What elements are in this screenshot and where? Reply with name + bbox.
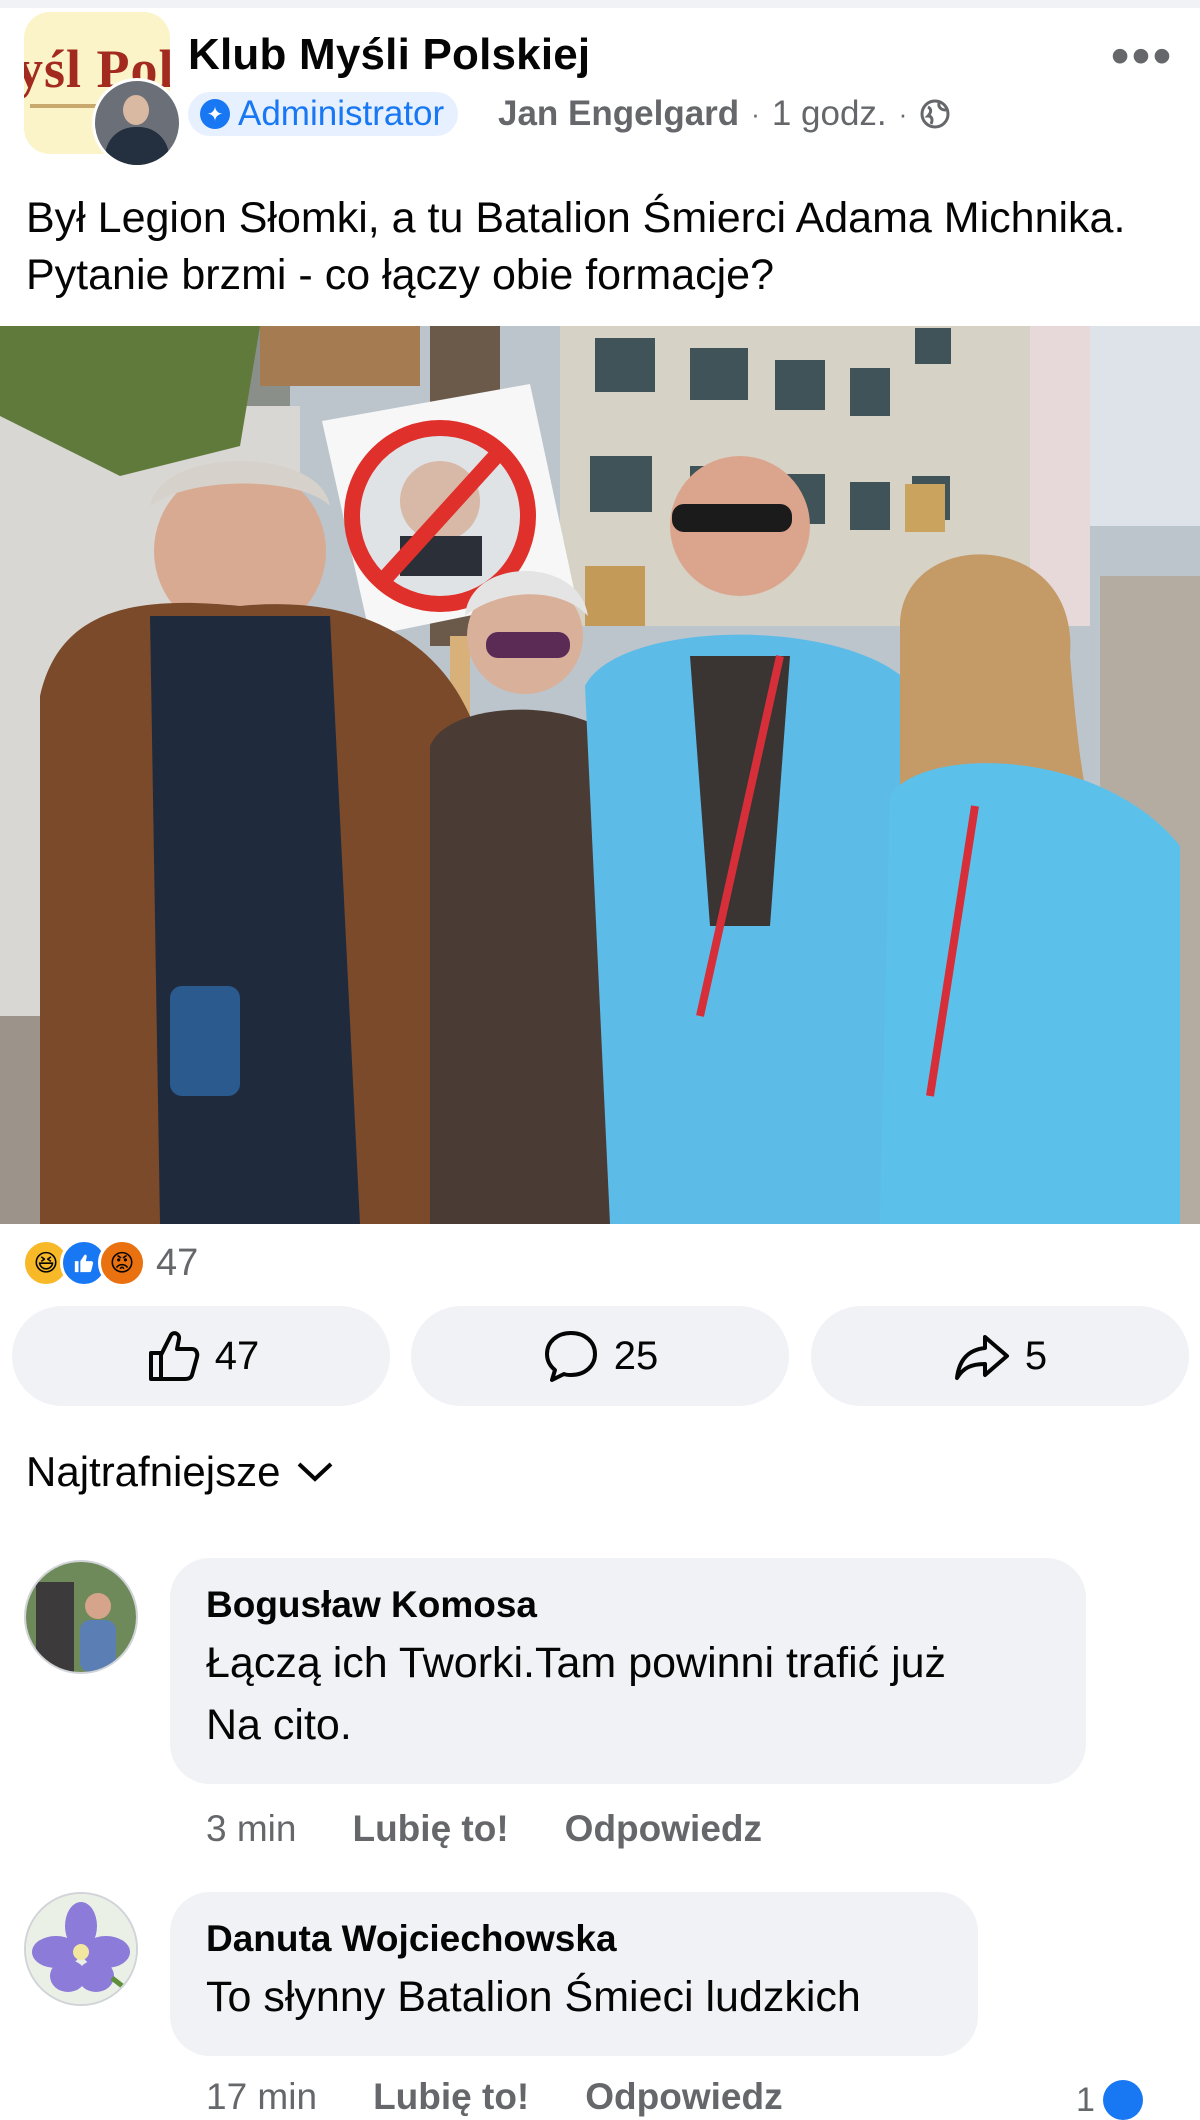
- comment-time[interactable]: 3 min: [206, 1808, 296, 1850]
- post-photo-illustration: [0, 326, 1200, 1224]
- comment-text-line: Łączą ich Tworki.Tam powinni trafić już: [206, 1639, 947, 1687]
- like-reaction-icon: [1102, 2080, 1143, 2120]
- more-icon: •••: [1110, 26, 1174, 86]
- comment-author[interactable]: Bogusław Komosa: [206, 1584, 1050, 1626]
- avatar-photo: [26, 1562, 136, 1672]
- chevron-down-icon: [298, 1462, 333, 1482]
- globe-icon: [920, 99, 950, 129]
- admin-avatar-face: [123, 95, 149, 125]
- comment-meta: 3 min Lubię to! Odpowiedz: [206, 1808, 762, 1850]
- comment-author[interactable]: Danuta Wojciechowska: [206, 1918, 942, 1960]
- comment-sort-dropdown[interactable]: Najtrafniejsze: [26, 1448, 334, 1496]
- comment-reply-button[interactable]: Odpowiedz: [565, 1808, 762, 1850]
- admin-avatar-suit: [105, 127, 169, 165]
- comment-likes-count: 1: [1076, 2080, 1095, 2119]
- admin-avatar[interactable]: [92, 78, 182, 168]
- like-button[interactable]: 47: [12, 1306, 390, 1406]
- comment-time[interactable]: 17 min: [206, 2076, 317, 2118]
- comment-button[interactable]: 25: [411, 1306, 789, 1406]
- admin-badge-label: Administrator: [238, 94, 445, 133]
- comment-text-line: Na cito.: [206, 1701, 352, 1749]
- page-name[interactable]: Klub Myśli Polskiej: [188, 30, 590, 80]
- comment-likes[interactable]: 1: [1076, 2080, 1143, 2120]
- share-icon: [954, 1335, 1009, 1380]
- admin-badge[interactable]: ✦ Administrator: [188, 92, 459, 136]
- comment-like-button[interactable]: Lubię to!: [352, 1808, 508, 1850]
- more-options-button[interactable]: •••: [1110, 26, 1174, 86]
- post-author[interactable]: Jan Engelgard: [498, 94, 739, 134]
- sort-label: Najtrafniejsze: [26, 1448, 281, 1495]
- meta-separator: ·: [751, 98, 760, 129]
- comment-reply-button[interactable]: Odpowiedz: [585, 2076, 782, 2118]
- angry-reaction-icon: 😡: [98, 1239, 146, 1287]
- comment-bubble: Bogusław Komosa Łączą ich Tworki.Tam pow…: [170, 1558, 1086, 1784]
- comment-meta: 17 min Lubię to! Odpowiedz: [206, 2076, 783, 2118]
- post-text: Był Legion Słomki, a tu Batalion Śmierci…: [26, 194, 1126, 299]
- reactions-summary[interactable]: 😆 😡 47: [22, 1239, 199, 1287]
- comment-text-line: To słynny Batalion Śmieci ludzkich: [206, 1973, 861, 2021]
- post-meta: Jan Engelgard · 1 godz. ·: [498, 92, 951, 136]
- admin-star-icon: ✦: [200, 99, 230, 129]
- commenter-avatar[interactable]: [24, 1892, 138, 2006]
- top-divider: [0, 0, 1200, 8]
- thumbs-up-icon: [148, 1331, 199, 1381]
- comment-like-button[interactable]: Lubię to!: [373, 2076, 529, 2118]
- meta-separator: ·: [898, 98, 908, 129]
- comment-count: 25: [613, 1333, 659, 1378]
- like-count: 47: [214, 1333, 260, 1378]
- share-button[interactable]: 5: [811, 1306, 1189, 1406]
- reactions-count: 47: [156, 1241, 199, 1284]
- comment-bubble: Danuta Wojciechowska To słynny Batalion …: [170, 1892, 978, 2056]
- share-count: 5: [1024, 1333, 1048, 1378]
- commenter-avatar[interactable]: [24, 1560, 138, 1674]
- comment-icon: [544, 1331, 597, 1382]
- post-photo[interactable]: [0, 326, 1200, 1224]
- post-time[interactable]: 1 godz.: [772, 94, 887, 134]
- avatar-photo: [26, 1894, 136, 2004]
